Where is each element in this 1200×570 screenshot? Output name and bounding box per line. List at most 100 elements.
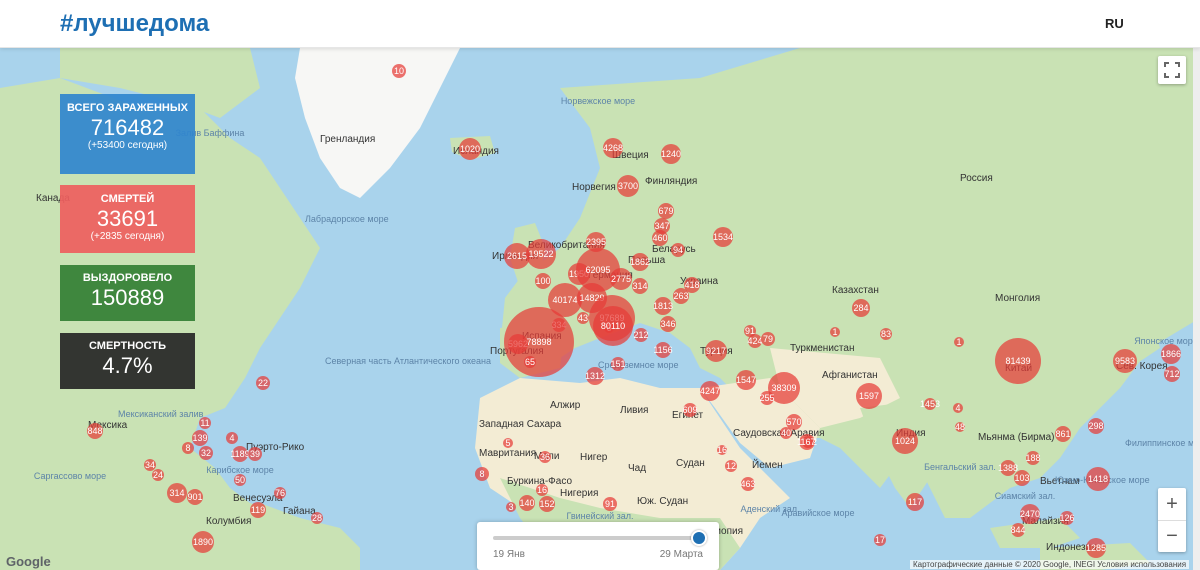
zoom-in-button[interactable]: + — [1158, 488, 1186, 520]
map-label: Северная часть Атлантического океана — [325, 356, 492, 366]
case-bubble[interactable]: 901 — [187, 489, 203, 505]
case-bubble[interactable]: 679 — [658, 203, 674, 219]
zoom-out-button[interactable]: − — [1158, 520, 1186, 552]
fullscreen-icon — [1164, 62, 1180, 78]
case-bubble[interactable]: 1240 — [661, 144, 681, 164]
case-bubble[interactable]: 424 — [747, 334, 763, 348]
case-bubble[interactable]: 9217 — [705, 340, 727, 362]
case-bubble[interactable]: 12 — [725, 460, 737, 472]
case-bubble[interactable]: 126 — [1059, 511, 1075, 525]
site-logo[interactable]: #лучшедома — [60, 10, 209, 38]
map-label: Чад — [628, 463, 647, 474]
fullscreen-button[interactable] — [1158, 56, 1186, 84]
case-bubble[interactable]: 1862 — [630, 253, 650, 271]
case-bubble[interactable]: 43 — [577, 312, 589, 324]
case-bubble[interactable]: 36 — [539, 451, 551, 463]
case-bubble[interactable]: 1156 — [653, 342, 673, 358]
case-bubble[interactable]: 65 — [524, 356, 536, 368]
case-bubble[interactable]: 119 — [250, 502, 266, 518]
case-bubble[interactable]: 8 — [475, 467, 489, 481]
case-bubble[interactable]: 314 — [167, 483, 187, 503]
case-bubble[interactable]: 1024 — [892, 428, 918, 454]
case-bubble[interactable]: 10 — [392, 64, 406, 78]
case-bubble[interactable]: 9583 — [1113, 349, 1137, 373]
case-bubble[interactable]: 19522 — [526, 239, 556, 269]
map-attribution[interactable]: Картографические данные © 2020 Google, I… — [910, 560, 1190, 569]
case-bubble[interactable]: 1189 — [230, 446, 250, 462]
case-bubble[interactable]: 4268 — [603, 138, 623, 158]
case-bubble[interactable]: 1453 — [920, 398, 940, 410]
case-bubble[interactable]: 22 — [256, 376, 270, 390]
case-bubble[interactable]: 4247 — [700, 381, 720, 401]
case-bubble[interactable]: 255 — [759, 391, 775, 405]
case-bubble[interactable]: 3 — [506, 502, 516, 512]
case-bubble[interactable]: 78898 — [504, 307, 574, 377]
case-bubble[interactable]: 1890 — [192, 531, 214, 553]
case-bubble[interactable]: 100 — [535, 273, 551, 289]
case-bubble[interactable]: 28 — [311, 512, 323, 524]
case-bubble[interactable]: 298 — [1088, 418, 1104, 434]
case-bubble[interactable]: 609 — [682, 403, 698, 417]
case-bubble[interactable]: 1 — [954, 337, 964, 347]
case-bubble[interactable]: 11 — [199, 417, 211, 429]
case-bubble[interactable]: 4 — [953, 403, 963, 413]
case-bubble[interactable]: 91 — [603, 497, 617, 511]
case-bubble[interactable]: 314 — [632, 278, 648, 294]
case-bubble[interactable]: 188 — [1025, 451, 1041, 465]
case-bubble[interactable]: 17 — [874, 534, 886, 546]
case-bubble[interactable]: 460 — [652, 230, 668, 246]
zoom-control: + − — [1158, 488, 1186, 552]
case-bubble[interactable]: 2470 — [1020, 504, 1040, 524]
case-bubble[interactable]: 152 — [539, 496, 555, 512]
case-bubble[interactable]: 151 — [610, 357, 626, 371]
case-bubble[interactable]: 48 — [955, 422, 965, 432]
case-bubble[interactable]: 1866 — [1161, 344, 1181, 364]
case-bubble[interactable]: 861 — [1055, 426, 1071, 442]
case-bubble[interactable]: 848 — [87, 423, 103, 439]
case-bubble[interactable]: 81439 — [995, 338, 1041, 384]
case-bubble[interactable]: 139 — [192, 430, 208, 446]
case-bubble[interactable]: 94 — [671, 243, 685, 257]
case-bubble[interactable]: 117 — [906, 493, 924, 511]
case-bubble[interactable]: 5 — [503, 438, 513, 448]
case-bubble[interactable]: 8 — [182, 442, 194, 454]
case-bubble[interactable]: 1 — [830, 327, 840, 337]
case-bubble[interactable]: 1020 — [459, 138, 481, 160]
case-bubble[interactable]: 4 — [226, 432, 238, 444]
case-bubble[interactable]: 50 — [234, 474, 246, 486]
case-bubble[interactable]: 2775 — [610, 268, 632, 290]
timeline-track[interactable] — [493, 536, 699, 540]
case-bubble[interactable]: 103 — [1014, 470, 1030, 486]
case-bubble[interactable]: 16 — [717, 445, 727, 455]
case-bubble[interactable]: 140 — [519, 495, 535, 511]
case-bubble[interactable]: 284 — [852, 299, 870, 317]
case-bubble[interactable]: 1418 — [1086, 467, 1110, 491]
case-bubble[interactable]: 16 — [536, 484, 548, 496]
case-bubble[interactable]: 76 — [274, 487, 286, 499]
case-bubble[interactable]: 40 — [780, 427, 792, 439]
language-switch[interactable]: RU — [1105, 16, 1124, 31]
map-label: Россия — [960, 173, 993, 184]
case-bubble[interactable]: 24 — [152, 469, 164, 481]
timeline-handle[interactable] — [691, 530, 707, 546]
case-bubble[interactable]: 1285 — [1086, 538, 1106, 558]
case-bubble[interactable]: 712 — [1164, 366, 1180, 382]
case-bubble[interactable]: 80110 — [593, 306, 633, 346]
page-scrollbar[interactable] — [1193, 48, 1200, 570]
case-bubble[interactable]: 463 — [740, 477, 756, 491]
case-bubble[interactable]: 1813 — [653, 297, 673, 315]
case-bubble[interactable]: 1597 — [856, 383, 882, 409]
case-bubble[interactable]: 3700 — [617, 175, 639, 197]
case-bubble[interactable]: 1312 — [585, 367, 605, 385]
case-bubble[interactable]: 1534 — [713, 227, 733, 247]
case-bubble[interactable]: 32 — [199, 446, 213, 460]
case-bubble[interactable]: 39 — [248, 447, 262, 461]
case-bubble[interactable]: 346 — [660, 316, 676, 332]
case-bubble[interactable]: 1547 — [736, 370, 756, 390]
case-bubble[interactable]: 263 — [673, 288, 689, 304]
case-bubble[interactable]: 167 — [800, 436, 816, 448]
case-bubble[interactable]: 79 — [761, 332, 775, 346]
case-bubble[interactable]: 83 — [880, 328, 892, 340]
case-bubble[interactable]: 844 — [1010, 523, 1026, 537]
case-bubble[interactable]: 212 — [633, 328, 649, 342]
